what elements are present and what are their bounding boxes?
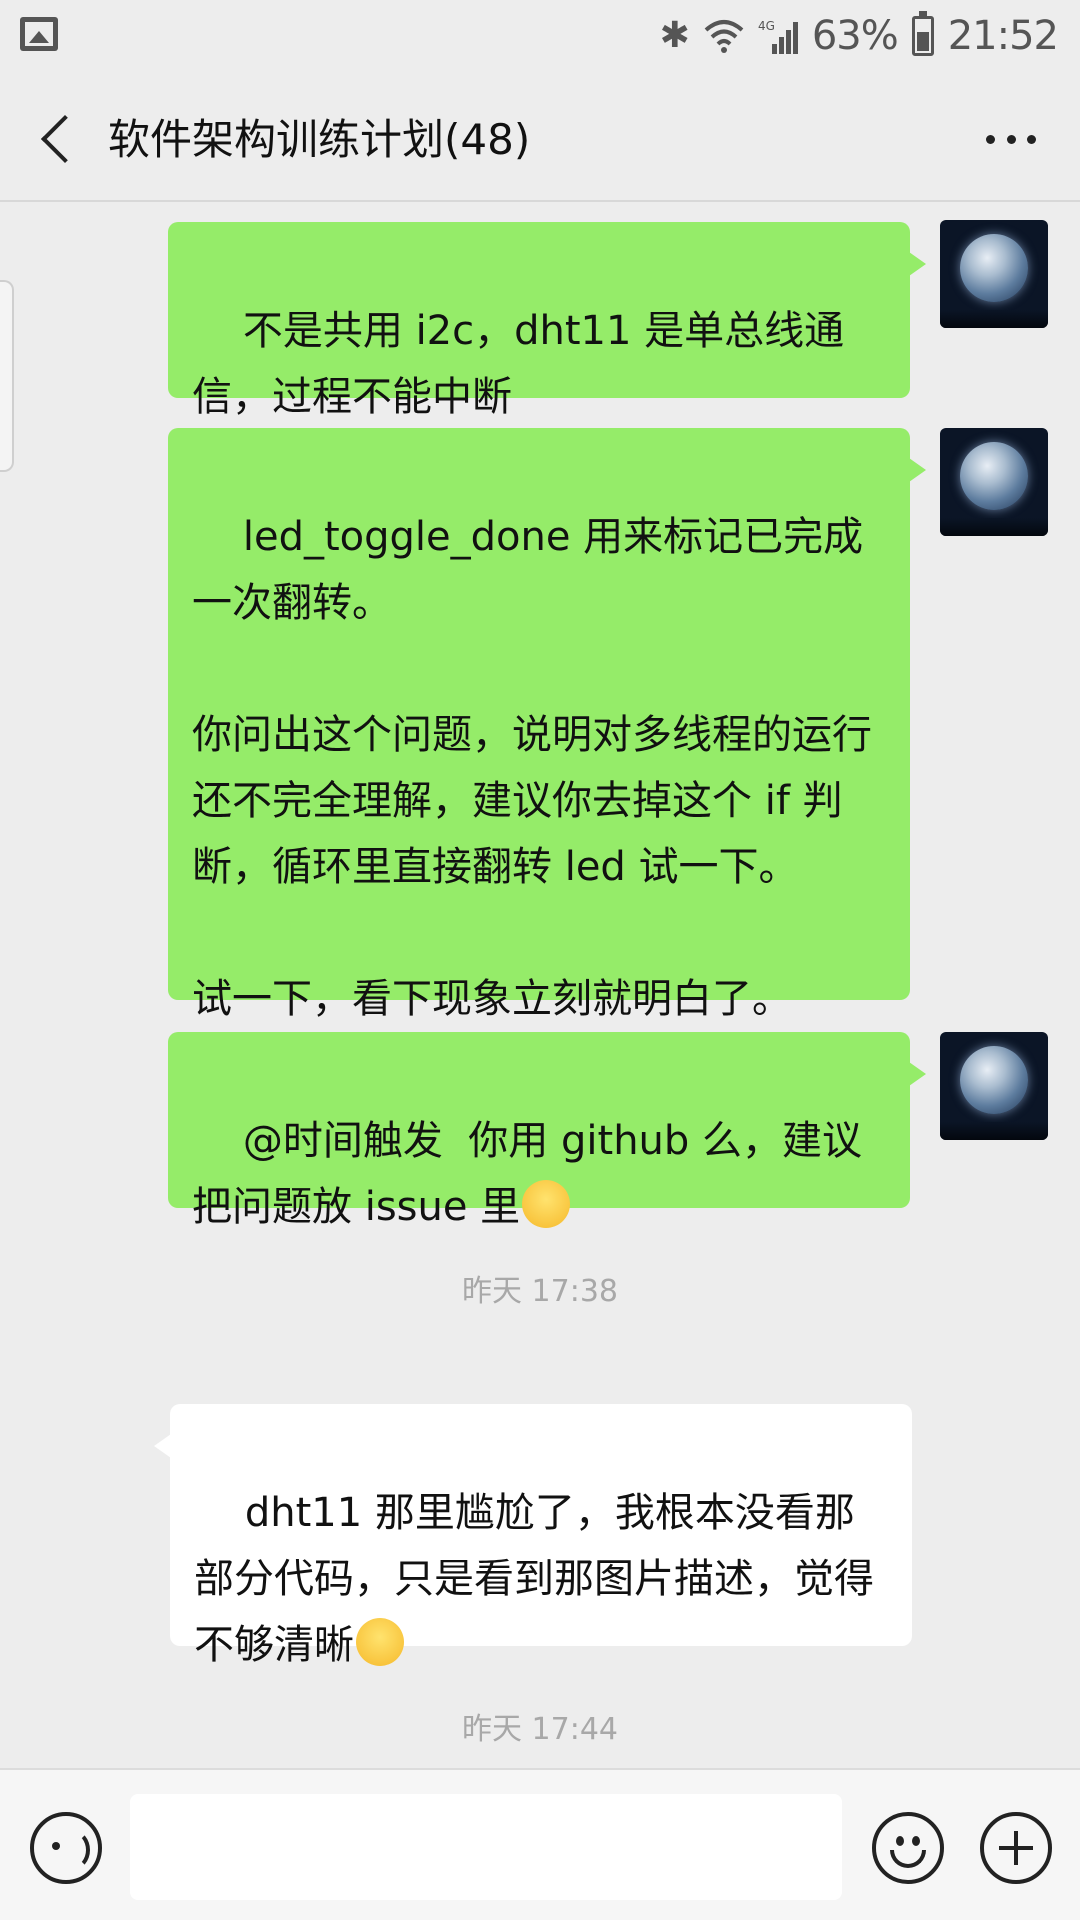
scroll-handle[interactable]	[0, 280, 14, 472]
wifi-icon	[704, 18, 744, 54]
clock: 21:52	[947, 13, 1059, 59]
avatar[interactable]	[940, 428, 1048, 536]
chevron-left-icon[interactable]	[38, 116, 78, 164]
emoji-icon[interactable]	[872, 1812, 944, 1884]
avatar[interactable]	[940, 220, 1048, 328]
message-text: dht11 那里尴尬了，我根本没看那部分代码，只是看到那图片描述，觉得不够清晰	[194, 1490, 874, 1668]
message-bubble-outgoing[interactable]: @时间触发 你用 github 么，建议把问题放 issue 里	[168, 1032, 926, 1230]
battery-icon	[911, 11, 934, 56]
message-bubble-incoming[interactable]: dht11 那里尴尬了，我根本没看那部分代码，只是看到那图片描述，觉得不够清晰	[154, 1404, 912, 1668]
gallery-icon	[20, 17, 58, 51]
avatar[interactable]	[940, 1032, 1048, 1140]
timestamp: 昨天 17:44	[462, 1712, 618, 1747]
message-bubble-outgoing[interactable]: led_toggle_done 用来标记已完成一次翻转。 你问出这个问题，说明对…	[168, 428, 926, 1022]
chat-header: 软件架构训练计划(48)	[0, 72, 1080, 202]
message-list[interactable]: 不是共用 i2c，dht11 是单总线通信，过程不能中断 led_toggle_…	[0, 204, 1080, 1768]
chat-title: 软件架构训练计划(48)	[108, 115, 531, 164]
more-dots-icon[interactable]	[986, 132, 1036, 146]
message-input[interactable]	[130, 1794, 842, 1900]
voice-icon[interactable]	[30, 1812, 102, 1884]
signal-icon: 4G	[758, 18, 798, 54]
timestamp: 昨天 17:38	[462, 1274, 618, 1309]
blush-emoji-icon	[522, 1180, 571, 1228]
message-bubble-outgoing[interactable]: 不是共用 i2c，dht11 是单总线通信，过程不能中断	[168, 222, 926, 420]
status-icons: ✱ 4G 63% 21:52	[659, 8, 1059, 64]
status-bar: ✱ 4G 63% 21:52	[0, 0, 1080, 72]
plus-icon[interactable]	[980, 1812, 1052, 1884]
bluetooth-icon: ✱	[659, 15, 690, 56]
svg-text:4G: 4G	[758, 19, 775, 33]
message-text: led_toggle_done 用来标记已完成一次翻转。 你问出这个问题，说明对…	[192, 514, 872, 1022]
message-text: 不是共用 i2c，dht11 是单总线通信，过程不能中断	[192, 308, 845, 420]
battery-percent: 63%	[811, 13, 899, 59]
input-bar	[0, 1768, 1080, 1920]
facepalm-emoji-icon	[356, 1618, 404, 1666]
